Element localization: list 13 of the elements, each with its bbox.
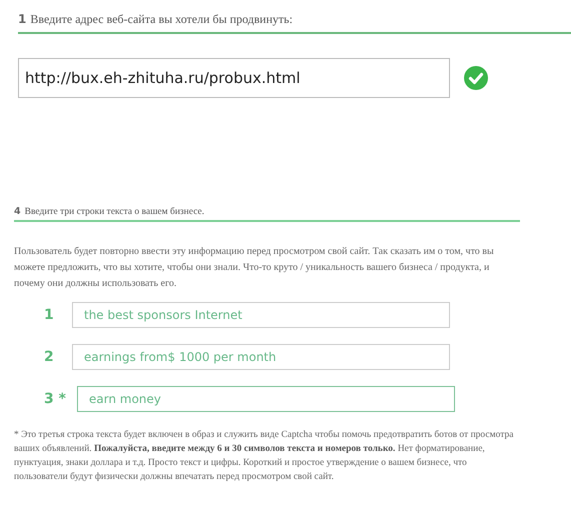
line-number: 2 bbox=[43, 349, 55, 365]
text-line-field[interactable]: the best sponsors Internet bbox=[72, 302, 450, 328]
step-number: 1 bbox=[18, 12, 26, 26]
footnote-text: * Это третья строка текста будет включен в образ и служить виде Captcha чтобы помочь предотвратить ботов от просмотра ваших объявлений. Пожалуйста, введите между 6 и 30 символов текста и номеров только. Нет форматирование, пунктуация, знаки доллара и т.д. Просто текст и цифры. Короткий и простое утверждение о вашем бизнесе, что пользователи будут физически должны впечатать перед просмотром свой сайт. bbox=[14, 429, 514, 484]
section-title: Введите адрес веб-сайта вы хотели бы продвинуть: bbox=[30, 12, 293, 27]
url-field[interactable]: http://bux.eh-zhituha.ru/probux.html bbox=[18, 58, 450, 98]
text-line-field[interactable]: earn money bbox=[77, 386, 455, 412]
step-number: 4 bbox=[14, 206, 21, 217]
line-number: 1 bbox=[43, 307, 55, 323]
section-title: Введите три строки текста о вашем бизнесе. bbox=[24, 207, 204, 217]
description-text: Пользователь будет повторно ввести эту информацию перед просмотром свой сайт. Так сказать им о том, что вы можете предложить, что вы хотите, чтобы они знали. Что-то круто / уникальность вашего бизнеса / продукта, и почему они должны использовать его. bbox=[14, 245, 495, 291]
text-line-field[interactable]: earnings from$ 1000 per month bbox=[72, 344, 450, 370]
line-number: 3 * bbox=[43, 391, 67, 407]
